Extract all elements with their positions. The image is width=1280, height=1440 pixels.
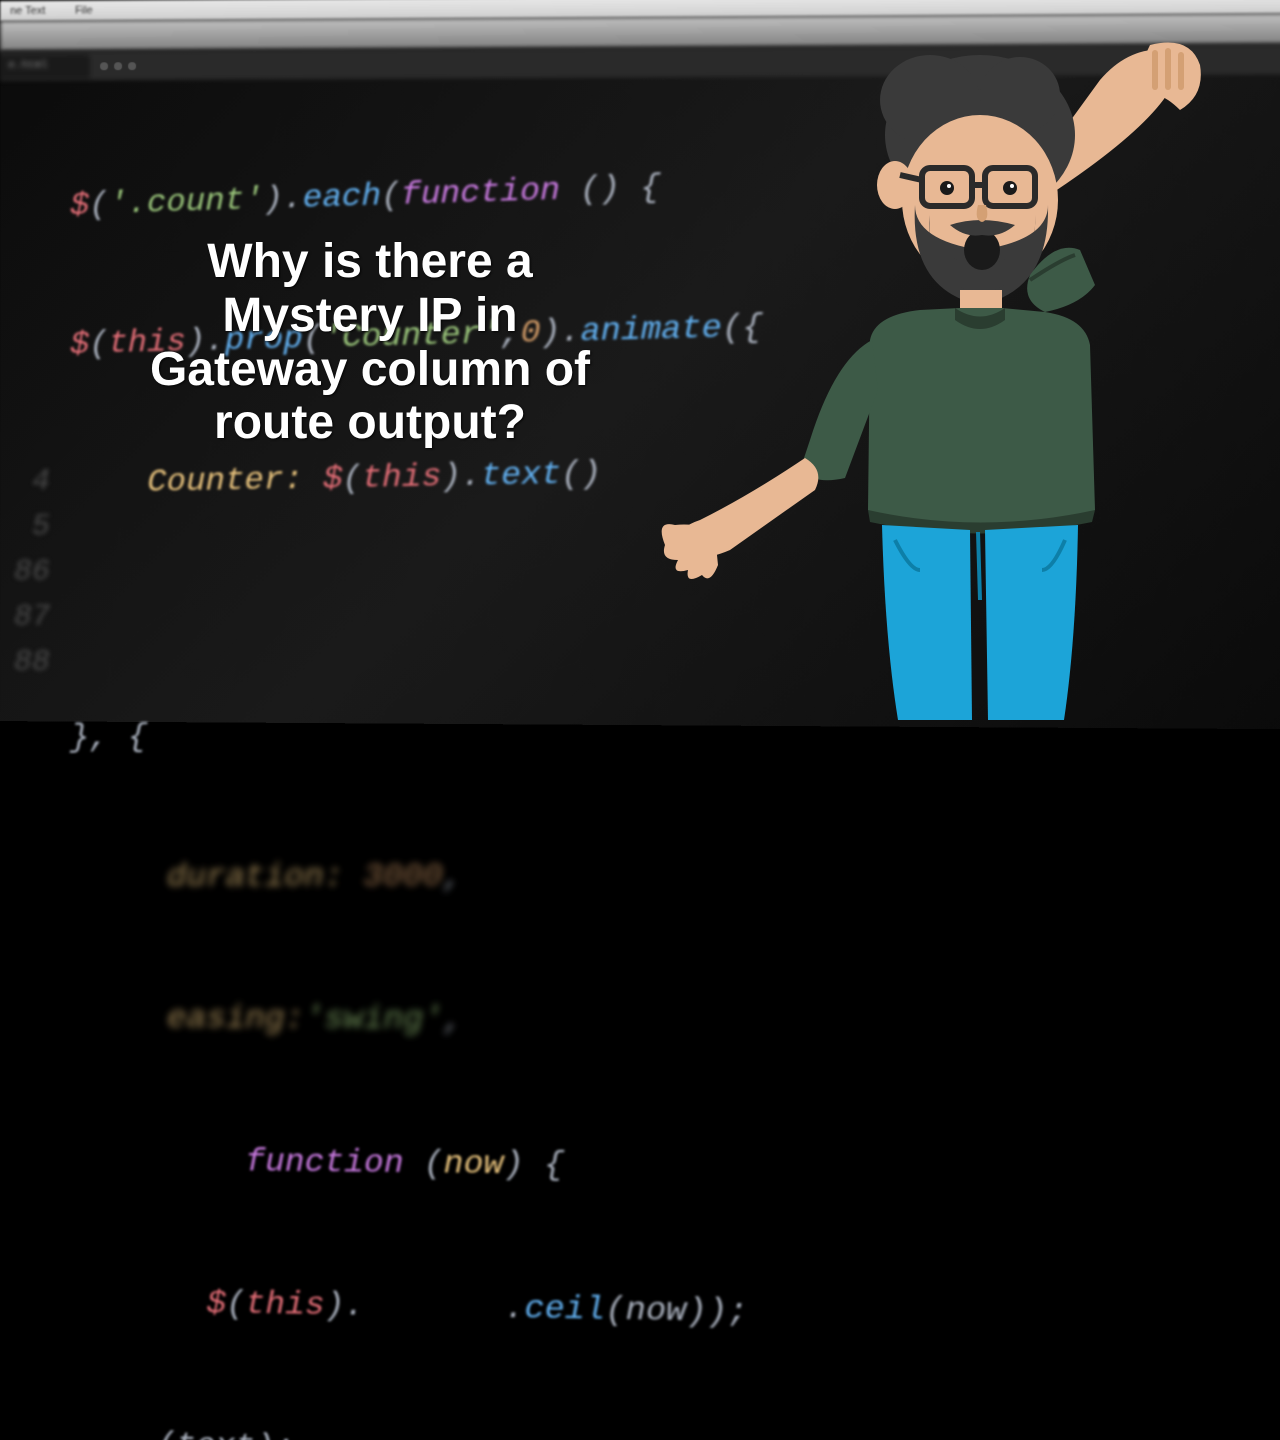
tab-label: e.html <box>8 60 48 72</box>
confused-character-illustration <box>660 40 1240 720</box>
line-gutter: 4 5 86 87 88 <box>0 460 50 686</box>
question-title: Why is there a Mystery IP in Gateway col… <box>120 235 620 450</box>
menubar-app: ne Text <box>0 3 55 19</box>
file-tab[interactable]: e.html <box>0 54 90 78</box>
menubar-file: File <box>65 3 103 19</box>
traffic-lights <box>100 57 142 75</box>
